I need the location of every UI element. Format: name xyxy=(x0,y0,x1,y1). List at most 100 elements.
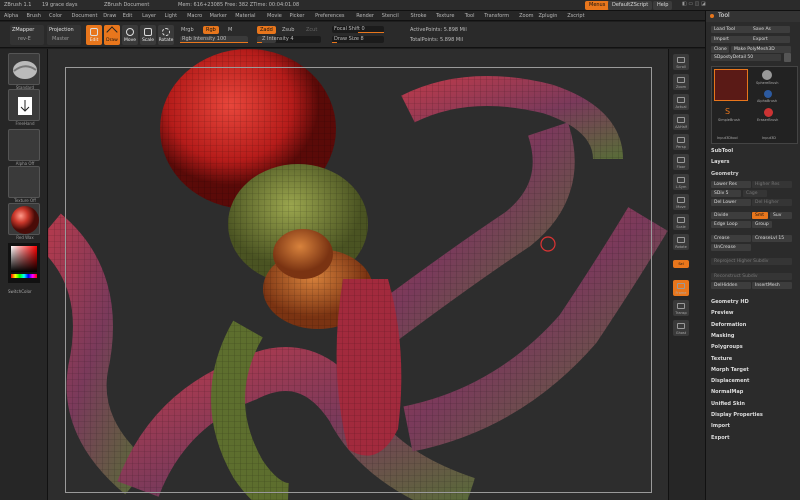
sphere-brush-icon[interactable] xyxy=(762,70,772,80)
scale-button[interactable]: Scale xyxy=(140,25,156,45)
subtool-section[interactable]: SubTool xyxy=(711,148,733,154)
sdiv-5-button[interactable]: SDiv 5 xyxy=(711,190,741,197)
shelf-transp-button[interactable]: Transp xyxy=(673,300,689,316)
save-as-button[interactable]: Save As xyxy=(750,26,790,33)
section-preview[interactable]: Preview xyxy=(711,310,734,316)
section-display-properties[interactable]: Display Properties xyxy=(711,412,763,418)
color-picker-square[interactable] xyxy=(11,246,37,272)
suv-button[interactable]: Suv xyxy=(770,212,792,219)
load-tool-button[interactable]: Load Tool xyxy=(711,26,751,33)
shelf-persp-button[interactable]: Persp xyxy=(673,134,689,150)
geometry-section[interactable]: Geometry xyxy=(711,171,739,177)
z-intensity-slider[interactable]: Z Intensity 4 xyxy=(257,36,321,43)
reproject-higher-subdiv-button[interactable]: Reproject Higher Subdiv xyxy=(711,258,792,265)
shelf-aahalf-button[interactable]: AAHalf xyxy=(673,114,689,130)
layers-section[interactable]: Layers xyxy=(711,159,730,165)
menu-item-document[interactable]: Document xyxy=(72,13,98,19)
delhidden-button[interactable]: DelHidden xyxy=(711,282,751,289)
section-masking[interactable]: Masking xyxy=(711,333,735,339)
zcut-toggle[interactable]: Zcut xyxy=(306,28,317,33)
section-morph-target[interactable]: Morph Target xyxy=(711,367,749,373)
menu-item-render[interactable]: Render xyxy=(356,13,374,19)
menu-item-edit[interactable]: Edit xyxy=(123,13,133,19)
insertmesh-button[interactable]: InsertMesh xyxy=(752,282,792,289)
menu-item-transform[interactable]: Transform xyxy=(484,13,509,19)
shelf-floor-button[interactable]: Floor xyxy=(673,154,689,170)
input3d-label[interactable]: Input3D xyxy=(762,136,776,141)
clone-button[interactable]: Clone xyxy=(711,46,729,53)
section-geometry-hd[interactable]: Geometry HD xyxy=(711,299,749,305)
menu-item-material[interactable]: Material xyxy=(235,13,255,19)
menu-item-marker[interactable]: Marker xyxy=(210,13,227,19)
current-tool-slider[interactable]: SDpostyDetail 50 xyxy=(711,54,781,61)
section-import[interactable]: Import xyxy=(711,423,730,429)
reconstruct-subdiv-button[interactable]: Reconstruct Subdiv xyxy=(711,273,792,280)
draw-button[interactable]: Draw xyxy=(104,25,120,45)
alpha-brush-icon[interactable] xyxy=(764,90,772,98)
texture-thumbnail[interactable]: Texture Off xyxy=(8,166,40,203)
lower-res-button[interactable]: Lower Res xyxy=(711,181,751,188)
menu-item-movie[interactable]: Movie xyxy=(267,13,282,19)
tool-palette-header[interactable]: Tool xyxy=(706,11,800,22)
rotate-button[interactable]: Rotate xyxy=(158,25,174,45)
section-deformation[interactable]: Deformation xyxy=(711,322,746,328)
shelf-ghost-button[interactable]: Ghost xyxy=(673,320,689,336)
focal-shift-slider[interactable]: Focal Shift 0 xyxy=(332,26,384,33)
eraser-brush-icon[interactable] xyxy=(764,108,773,117)
higher-res-button[interactable]: Higher Res xyxy=(752,181,792,188)
menu-item-brush[interactable]: Brush xyxy=(27,13,41,19)
tool-thumb-current[interactable] xyxy=(714,69,748,101)
crease-button[interactable]: Crease xyxy=(711,235,751,242)
menu-item-stencil[interactable]: Stencil xyxy=(382,13,399,19)
section-polygroups[interactable]: Polygroups xyxy=(711,344,743,350)
menu-item-tool[interactable]: Tool xyxy=(465,13,475,19)
shelf-frame-button[interactable]: Frame xyxy=(673,280,689,296)
canvas-viewport[interactable] xyxy=(48,49,668,500)
menu-item-color[interactable]: Color xyxy=(49,13,62,19)
m-toggle[interactable]: M xyxy=(228,28,232,33)
shelf-scale-button[interactable]: Scale xyxy=(673,214,689,230)
help-button[interactable]: Help xyxy=(653,1,673,10)
default-zscript-button[interactable]: DefaultZScript xyxy=(608,1,653,10)
input3dtool-label[interactable]: Input3Dtool xyxy=(717,136,738,141)
shelf-rotate-button[interactable]: Rotate xyxy=(673,234,689,250)
menu-item-macro[interactable]: Macro xyxy=(187,13,202,19)
section-displacement[interactable]: Displacement xyxy=(711,378,749,384)
zadd-toggle[interactable]: Zadd xyxy=(257,26,276,34)
menus-button[interactable]: Menus xyxy=(585,1,610,10)
simple-brush-icon[interactable]: S xyxy=(725,107,733,117)
shelf-move-button[interactable]: Move xyxy=(673,194,689,210)
menu-item-light[interactable]: Light xyxy=(165,13,177,19)
del-lower-button[interactable]: Del Lower xyxy=(711,199,751,206)
del-higher-button[interactable]: Del Higher xyxy=(752,199,792,206)
projection-master-button[interactable]: Projection Master xyxy=(47,25,81,45)
alpha-thumbnail[interactable]: Alpha Off xyxy=(8,129,40,166)
zmapper-button[interactable]: ZMapper rev-E xyxy=(10,25,44,45)
rgb-intensity-slider[interactable]: Rgb Intensity 100 xyxy=(180,36,248,43)
stroke-thumbnail[interactable]: FreeHand xyxy=(8,89,40,126)
uncrease-button[interactable]: UnCrease xyxy=(711,244,751,251)
section-export[interactable]: Export xyxy=(711,435,730,441)
import-button[interactable]: Import xyxy=(711,36,751,43)
palette-dock-icon[interactable] xyxy=(710,14,714,18)
menu-item-stroke[interactable]: Stroke xyxy=(411,13,427,19)
menu-item-picker[interactable]: Picker xyxy=(290,13,305,19)
make-polymesh3d-button[interactable]: Make PolyMesh3D xyxy=(731,46,791,53)
mrgb-toggle[interactable]: Mrgb xyxy=(181,28,194,33)
material-thumbnail[interactable]: Red Wax xyxy=(8,203,40,240)
shelf-lsym-button[interactable]: L.Sym xyxy=(673,174,689,190)
shelf-actual-button[interactable]: Actual xyxy=(673,94,689,110)
creaselvl-15-button[interactable]: CreaseLvl 15 xyxy=(752,235,792,242)
menu-item-zscript[interactable]: Zscript xyxy=(567,13,584,19)
shelf-sel-button[interactable]: Sel xyxy=(673,260,689,268)
move-button[interactable]: Move xyxy=(122,25,138,45)
edge-loop-button[interactable]: Edge Loop xyxy=(711,221,751,228)
window-controls-icon[interactable]: ◧ ▭ ◫ ◪ xyxy=(682,2,706,7)
switch-color-button[interactable]: SwitchColor xyxy=(8,290,32,294)
menu-item-draw[interactable]: Draw xyxy=(103,13,116,19)
zsub-toggle[interactable]: Zsub xyxy=(282,28,294,33)
hue-bar[interactable] xyxy=(11,274,37,278)
draw-size-slider[interactable]: Draw Size 8 xyxy=(332,36,384,43)
group-button[interactable]: Group xyxy=(752,221,772,228)
edit-button[interactable]: Edit xyxy=(86,25,102,45)
